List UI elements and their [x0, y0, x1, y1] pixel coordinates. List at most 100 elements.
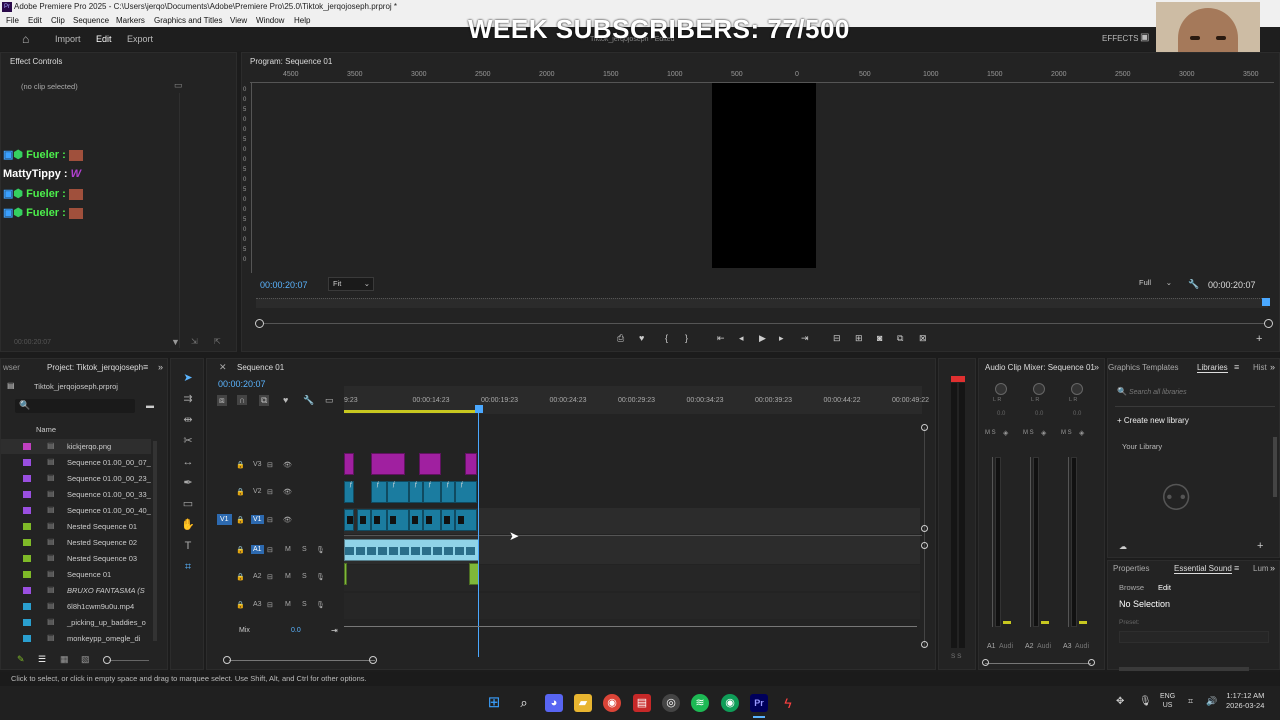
effects-button[interactable]: EFFECTS: [1102, 34, 1138, 43]
network-icon[interactable]: ⌗: [1188, 696, 1193, 707]
mute-button[interactable]: M: [285, 601, 291, 608]
timeline-clip[interactable]: [465, 453, 477, 475]
timeline-clip[interactable]: [409, 509, 423, 531]
menu-sequence[interactable]: Sequence: [73, 14, 109, 27]
lock-icon[interactable]: 🔒: [236, 516, 245, 524]
new-bin-icon[interactable]: ▬: [146, 401, 154, 410]
mini-playhead[interactable]: [1262, 298, 1270, 306]
project-item[interactable]: ▤ Nested Sequence 03: [1, 551, 151, 566]
edit-tab[interactable]: Edit: [1158, 583, 1171, 592]
project-item[interactable]: ▤ Sequence 01.00_00_33_: [1, 487, 151, 502]
media-browser-tab[interactable]: wser: [3, 363, 20, 372]
mini-timeline[interactable]: [256, 298, 1268, 308]
timeline-clip[interactable]: [387, 509, 409, 531]
column-header-name[interactable]: Name: [36, 425, 56, 434]
zoom-handle-left[interactable]: [223, 656, 231, 664]
graphics-templates-tab[interactable]: Graphics Templates: [1108, 363, 1179, 372]
add-marker-icon[interactable]: ♥: [283, 395, 288, 405]
panel-collapse-icon[interactable]: ▭: [174, 80, 183, 91]
hand-tool-icon[interactable]: ✋: [180, 517, 196, 533]
browse-tab[interactable]: Browse: [1119, 583, 1144, 592]
obs-icon[interactable]: ◎: [662, 694, 680, 712]
fader-handle[interactable]: [1041, 621, 1049, 624]
extract-icon[interactable]: ⊞: [855, 333, 863, 344]
system-clock[interactable]: 1:17:12 AM 2026-03-24: [1226, 691, 1264, 711]
fader-track[interactable]: [1027, 457, 1031, 627]
volume-icon[interactable]: 🔊: [1206, 696, 1217, 707]
zoom-handle-right[interactable]: [369, 656, 377, 664]
mute-button[interactable]: M: [285, 573, 291, 580]
library-scrollbar[interactable]: [1273, 437, 1277, 497]
project-item[interactable]: ▤ Sequence 01.00_00_40_: [1, 503, 151, 518]
rectangle-tool-icon[interactable]: ▭: [180, 496, 196, 512]
linked-selection-icon[interactable]: ⧉: [259, 395, 270, 406]
libraries-tab[interactable]: Libraries: [1197, 363, 1228, 373]
work-area-bar[interactable]: [344, 410, 479, 413]
track-name-v1[interactable]: V1: [251, 515, 264, 524]
menu-icon[interactable]: ≡: [143, 362, 148, 372]
file-explorer-icon[interactable]: ▰: [574, 694, 592, 712]
home-icon[interactable]: ⌂: [22, 32, 29, 46]
play-icon[interactable]: ▶: [759, 333, 766, 344]
pan-knob[interactable]: [1033, 383, 1045, 395]
fader-track[interactable]: [989, 457, 993, 627]
workspace-import[interactable]: Import: [55, 34, 81, 44]
source-patch-v1[interactable]: V1: [217, 514, 232, 525]
scroll-handle[interactable]: [921, 641, 928, 648]
vr-icon[interactable]: ⊠: [919, 333, 927, 344]
mark-out-icon[interactable]: }: [685, 333, 688, 343]
spotify-icon[interactable]: ≋: [691, 694, 709, 712]
premiere-pro-icon[interactable]: Pr: [750, 694, 768, 712]
step-back-icon[interactable]: ◂: [739, 333, 744, 344]
timeline-clip[interactable]: [441, 509, 455, 531]
search-icon[interactable]: ⌕: [515, 694, 533, 712]
sequence-tab[interactable]: Sequence 01: [237, 363, 284, 372]
project-item[interactable]: ▤ 6l8h1cwm9u0u.mp4: [1, 599, 151, 614]
audio-clip-mixer-tab[interactable]: Audio Clip Mixer: Sequence 01: [985, 363, 1095, 372]
timeline-clip[interactable]: [455, 509, 477, 531]
tray-overflow-icon[interactable]: ✥: [1116, 696, 1124, 707]
scroll-handle[interactable]: [921, 525, 928, 532]
camera-icon[interactable]: ◙: [877, 333, 882, 343]
microphone-icon[interactable]: 🎙: [316, 601, 325, 609]
timeline-clip[interactable]: [357, 509, 371, 531]
fader-handle[interactable]: [1079, 621, 1087, 624]
menu-help[interactable]: Help: [294, 14, 310, 27]
playhead-handle[interactable]: [475, 405, 483, 413]
lock-icon[interactable]: 🔒: [236, 601, 245, 609]
lightning-app-icon[interactable]: ϟ: [779, 694, 797, 712]
playhead-line[interactable]: [478, 407, 479, 657]
menu-file[interactable]: File: [6, 14, 19, 27]
effect-controls-tab[interactable]: Effect Controls: [10, 57, 62, 66]
scroll-handle[interactable]: [921, 424, 928, 431]
lock-icon[interactable]: 🔒: [236, 461, 245, 469]
timeline-clip[interactable]: [371, 509, 387, 531]
sync-lock-icon[interactable]: ⊟: [267, 573, 273, 581]
discord-icon[interactable]: ◕: [545, 694, 563, 712]
history-tab[interactable]: Hist: [1253, 363, 1267, 372]
freeform-view-icon[interactable]: ▧: [81, 654, 90, 665]
workspace-export[interactable]: Export: [127, 34, 153, 44]
menu-view[interactable]: View: [230, 14, 247, 27]
close-icon[interactable]: ✕: [219, 362, 227, 373]
lumetri-tab[interactable]: Lum: [1253, 564, 1269, 573]
project-item[interactable]: ▤ Sequence 01.00_00_23_: [1, 471, 151, 486]
timeline-clip[interactable]: [423, 509, 441, 531]
mark-in-icon[interactable]: {: [665, 333, 668, 343]
add-button-icon[interactable]: +: [1256, 333, 1262, 345]
list-view-icon[interactable]: ☰: [38, 654, 46, 665]
create-library-button[interactable]: + Create new library: [1117, 416, 1189, 425]
project-item[interactable]: ▤ kickjerqo.png: [1, 439, 151, 454]
track-name-a3[interactable]: A3: [251, 600, 264, 609]
properties-tab[interactable]: Properties: [1113, 564, 1149, 573]
go-to-out-icon[interactable]: ⇥: [801, 333, 809, 344]
sync-lock-icon[interactable]: ⊟: [267, 461, 273, 469]
settings-icon[interactable]: ⇱: [214, 337, 221, 346]
timeline-clip[interactable]: ƒ: [344, 481, 354, 503]
more-panels-icon[interactable]: »: [158, 362, 163, 372]
filter-icon[interactable]: ▼: [171, 337, 180, 347]
more-panels-icon[interactable]: »: [1270, 563, 1275, 573]
horizontal-zoom-bar[interactable]: [229, 660, 375, 661]
clip-indicator[interactable]: [951, 376, 965, 382]
workspace-edit[interactable]: Edit: [96, 34, 112, 44]
